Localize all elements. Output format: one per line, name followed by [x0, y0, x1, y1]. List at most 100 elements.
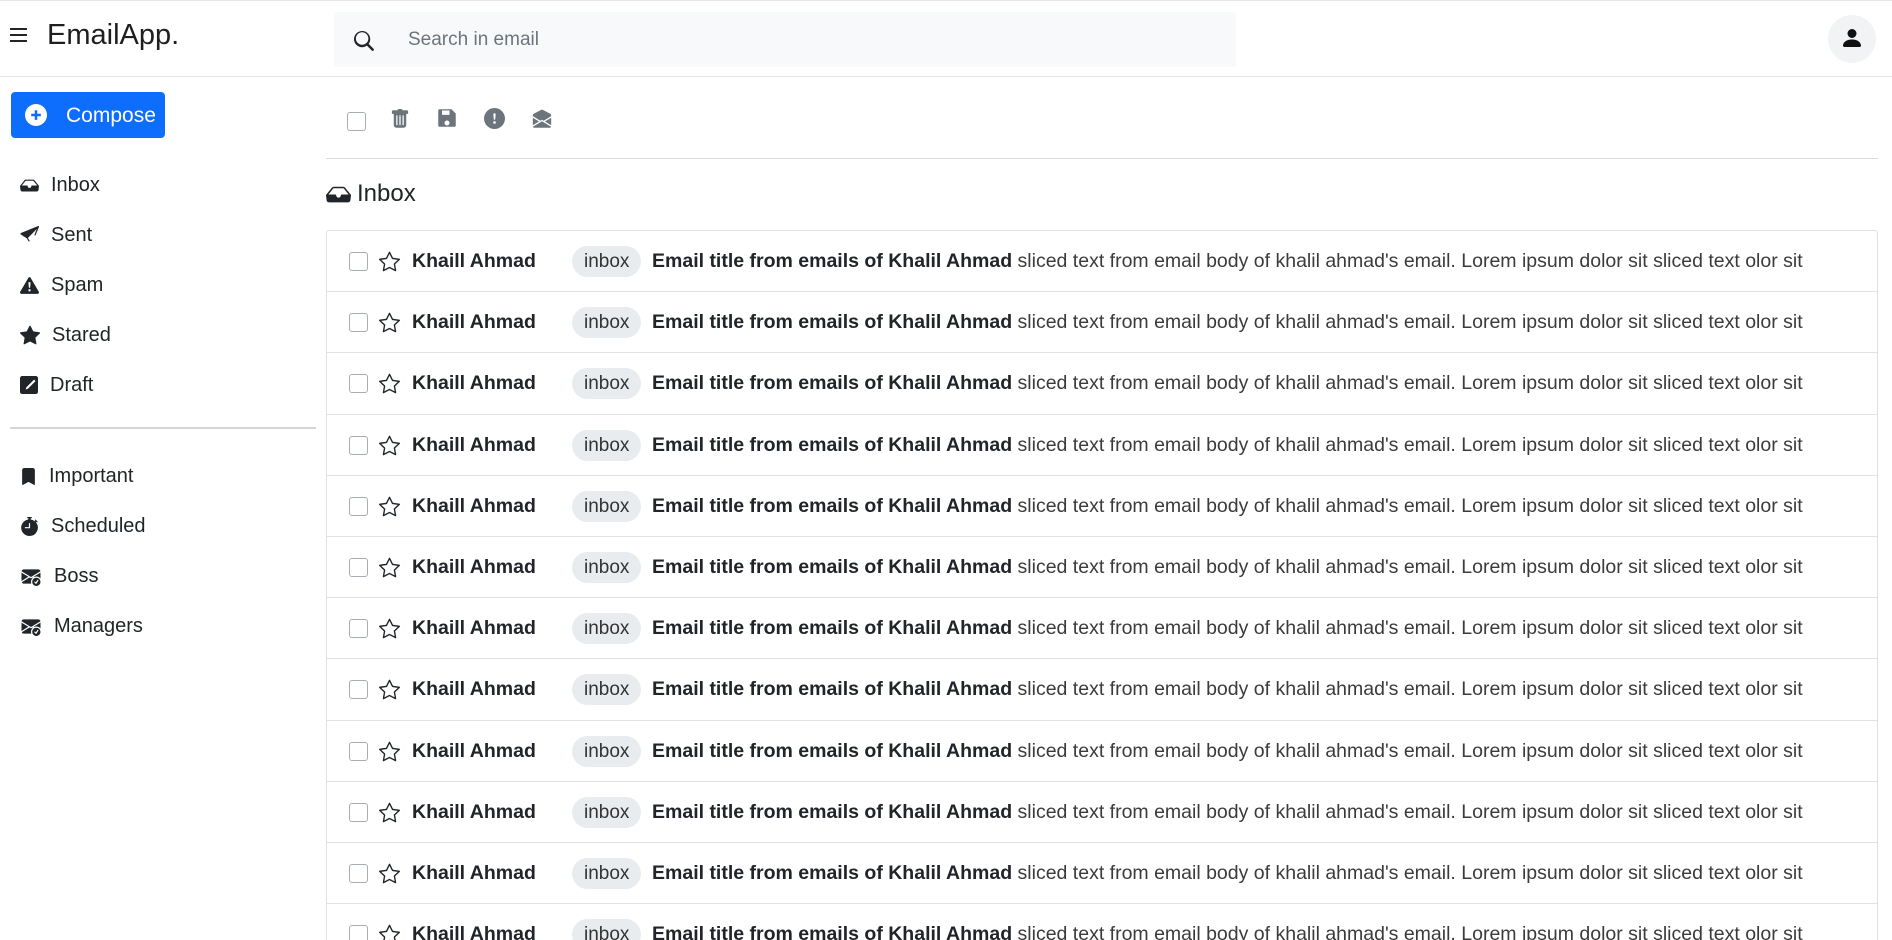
email-sender: Khaill Ahmad: [412, 739, 536, 762]
email-title: Email title from emails of Khalil Ahmad: [652, 494, 1013, 517]
email-sender: Khaill Ahmad: [412, 555, 536, 578]
menu-icon[interactable]: [10, 28, 27, 44]
email-title: Email title from emails of Khalil Ahmad: [652, 433, 1013, 456]
sidebar-item-draft[interactable]: Draft: [20, 370, 93, 400]
email-tag-badge: inbox: [572, 246, 642, 277]
compose-button[interactable]: Compose: [11, 92, 165, 138]
page-title-text: Inbox: [357, 180, 416, 207]
email-row[interactable]: Khaill Ahmad inbox Email title from emails…: [327, 476, 1877, 537]
star-outline-icon[interactable]: [379, 312, 400, 333]
email-checkbox[interactable]: [349, 374, 368, 394]
select-all-checkbox[interactable]: [347, 112, 366, 131]
email-snippet: sliced text from email body of khalil ah…: [1017, 250, 1803, 272]
email-preview: Email title from emails of Khalil Ahmad …: [652, 434, 1803, 457]
email-checkbox[interactable]: [349, 680, 368, 700]
star-icon: [20, 325, 40, 345]
star-outline-icon[interactable]: [379, 924, 400, 940]
alert-circle-icon[interactable]: [484, 108, 505, 129]
email-tag-badge: inbox: [572, 735, 642, 767]
email-checkbox[interactable]: [349, 435, 368, 455]
email-row[interactable]: Khaill Ahmad inbox Email title from emails…: [327, 231, 1877, 293]
email-row[interactable]: Khaill Ahmad inbox Email title from emails…: [327, 598, 1877, 660]
email-row[interactable]: Khaill Ahmad inbox Email title from emails…: [327, 843, 1877, 905]
sidebar-item-sent[interactable]: Sent: [20, 220, 92, 250]
email-row[interactable]: Khaill Ahmad inbox Email title from emails…: [327, 782, 1877, 843]
email-preview: Email title from emails of Khalil Ahmad …: [652, 923, 1803, 940]
email-checkbox[interactable]: [349, 496, 368, 516]
email-row[interactable]: Khaill Ahmad inbox Email title from emails…: [327, 659, 1877, 721]
email-checkbox[interactable]: [349, 619, 368, 639]
email-tag-badge: inbox: [572, 551, 642, 583]
paper-plane-icon: [20, 225, 39, 241]
email-sender: Khaill Ahmad: [412, 250, 536, 272]
sidebar-item-spam[interactable]: Spam: [20, 270, 103, 300]
email-checkbox[interactable]: [349, 557, 368, 577]
star-outline-icon[interactable]: [379, 557, 400, 578]
email-preview: Email title from emails of Khalil Ahmad …: [652, 372, 1803, 395]
search-input[interactable]: [408, 12, 1208, 67]
email-row[interactable]: Khaill Ahmad inbox Email title from emails…: [327, 415, 1877, 476]
envelope-open-icon[interactable]: [531, 108, 553, 129]
email-snippet: sliced text from email body of khalil ah…: [1017, 739, 1803, 762]
inbox-icon: [20, 179, 39, 191]
star-outline-icon[interactable]: [379, 435, 400, 456]
email-row[interactable]: Khaill Ahmad inbox Email title from emails…: [327, 904, 1877, 940]
toolbar-divider: [326, 158, 1878, 159]
sidebar-divider: [10, 427, 316, 429]
trash-icon[interactable]: [390, 108, 410, 130]
email-tag-badge: inbox: [572, 613, 642, 645]
email-list: Khaill Ahmad inbox Email title from emails…: [326, 230, 1878, 940]
star-outline-icon[interactable]: [379, 496, 400, 517]
star-outline-icon[interactable]: [379, 863, 400, 884]
sidebar-item-label: Inbox: [51, 173, 100, 196]
star-outline-icon[interactable]: [379, 618, 400, 639]
email-row[interactable]: Khaill Ahmad inbox Email title from emails…: [327, 353, 1877, 415]
star-outline-icon[interactable]: [379, 251, 400, 272]
email-row[interactable]: Khaill Ahmad inbox Email title from emails…: [327, 537, 1877, 599]
email-tag-badge: inbox: [572, 490, 642, 522]
email-sender: Khaill Ahmad: [412, 617, 536, 640]
email-preview: Email title from emails of Khalil Ahmad …: [652, 311, 1803, 334]
email-tag-badge: inbox: [572, 307, 642, 339]
star-outline-icon[interactable]: [379, 741, 400, 762]
email-title: Email title from emails of Khalil Ahmad: [652, 861, 1013, 884]
email-checkbox[interactable]: [349, 863, 368, 883]
email-tag-badge: inbox: [572, 857, 642, 889]
email-row[interactable]: Khaill Ahmad inbox Email title from emails…: [327, 292, 1877, 354]
sidebar-item-important[interactable]: Important: [20, 461, 133, 491]
email-checkbox[interactable]: [349, 741, 368, 761]
app-brand[interactable]: EmailApp.: [47, 19, 179, 52]
email-snippet: sliced text from email body of khalil ah…: [1017, 678, 1803, 701]
email-title: Email title from emails of Khalil Ahmad: [652, 800, 1013, 823]
avatar[interactable]: [1828, 15, 1876, 63]
email-checkbox[interactable]: [349, 313, 368, 333]
search-icon[interactable]: [354, 31, 374, 51]
email-checkbox[interactable]: [349, 925, 368, 940]
star-outline-icon[interactable]: [379, 679, 400, 700]
email-title: Email title from emails of Khalil Ahmad: [652, 555, 1013, 578]
sidebar-item-inbox[interactable]: Inbox: [20, 170, 100, 200]
compose-label: Compose: [66, 104, 156, 127]
pencil-square-icon: [20, 376, 38, 394]
bookmark-icon: [22, 467, 35, 485]
email-snippet: sliced text from email body of khalil ah…: [1017, 861, 1803, 884]
email-snippet: sliced text from email body of khalil ah…: [1017, 433, 1803, 456]
email-row[interactable]: Khaill Ahmad inbox Email title from emails…: [327, 721, 1877, 782]
email-snippet: sliced text from email body of khalil ah…: [1017, 555, 1803, 578]
email-checkbox[interactable]: [349, 802, 368, 822]
plus-circle-icon: [25, 104, 47, 126]
star-outline-icon[interactable]: [379, 802, 400, 823]
stopwatch-icon: [21, 516, 38, 536]
star-outline-icon[interactable]: [379, 373, 400, 394]
email-checkbox[interactable]: [349, 252, 368, 271]
sidebar-item-scheduled[interactable]: Scheduled: [20, 511, 146, 541]
sidebar-item-managers[interactable]: Managers: [20, 611, 143, 641]
sidebar-item-stared[interactable]: Stared: [20, 320, 111, 350]
sidebar-item-label: Boss: [54, 564, 99, 587]
sidebar-item-label: Spam: [51, 273, 104, 296]
sidebar-item-boss[interactable]: Boss: [20, 561, 98, 591]
inbox-icon: [326, 186, 351, 202]
save-icon[interactable]: [437, 108, 457, 128]
sidebar-item-label: Draft: [50, 373, 94, 396]
email-snippet: sliced text from email body of khalil ah…: [1017, 311, 1803, 334]
